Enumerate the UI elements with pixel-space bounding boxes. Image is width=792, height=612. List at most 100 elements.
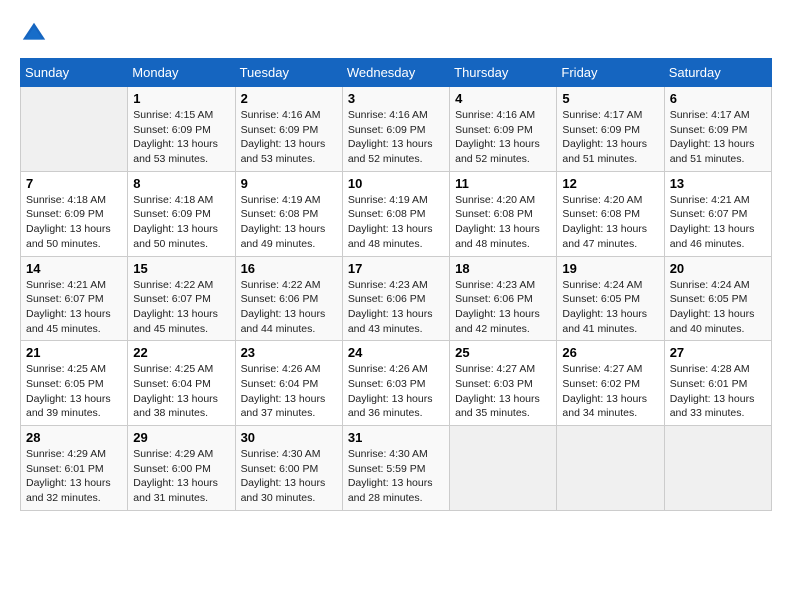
calendar-cell: 16 Sunrise: 4:22 AMSunset: 6:06 PMDayligh… — [235, 256, 342, 341]
cell-info: Sunrise: 4:21 AMSunset: 6:07 PMDaylight:… — [26, 278, 122, 337]
day-number: 15 — [133, 261, 229, 276]
weekday-header-tuesday: Tuesday — [235, 59, 342, 87]
cell-info: Sunrise: 4:24 AMSunset: 6:05 PMDaylight:… — [562, 278, 658, 337]
calendar-cell: 8Sunrise: 4:18 AMSunset: 6:09 PMDaylight… — [128, 171, 235, 256]
cell-info: Sunrise: 4:30 AMSunset: 6:00 PMDaylight:… — [241, 447, 337, 506]
calendar-cell — [21, 87, 128, 172]
day-number: 24 — [348, 345, 444, 360]
day-number: 13 — [670, 176, 766, 191]
calendar-cell: 5Sunrise: 4:17 AMSunset: 6:09 PMDaylight… — [557, 87, 664, 172]
day-number: 12 — [562, 176, 658, 191]
calendar-cell: 22 Sunrise: 4:25 AMSunset: 6:04 PMDayligh… — [128, 341, 235, 426]
cell-info: Sunrise: 4:20 AMSunset: 6:08 PMDaylight:… — [562, 193, 658, 252]
cell-info: Sunrise: 4:25 AMSunset: 6:04 PMDaylight:… — [133, 362, 229, 421]
day-number: 20 — [670, 261, 766, 276]
day-number: 19 — [562, 261, 658, 276]
day-number: 18 — [455, 261, 551, 276]
calendar-cell: 17Sunrise: 4:23 AMSunset: 6:06 PMDayligh… — [342, 256, 449, 341]
day-number: 21 — [26, 345, 122, 360]
calendar-week-row: 28 Sunrise: 4:29 AMSunset: 6:01 PMDayligh… — [21, 426, 772, 511]
cell-info: Sunrise: 4:20 AMSunset: 6:08 PMDaylight:… — [455, 193, 551, 252]
calendar-week-row: 7Sunrise: 4:18 AMSunset: 6:09 PMDaylight… — [21, 171, 772, 256]
cell-info: Sunrise: 4:30 AMSunset: 5:59 PMDaylight:… — [348, 447, 444, 506]
day-number: 16 — [241, 261, 337, 276]
logo — [20, 20, 52, 48]
cell-info: Sunrise: 4:25 AMSunset: 6:05 PMDaylight:… — [26, 362, 122, 421]
day-number: 23 — [241, 345, 337, 360]
calendar-cell — [450, 426, 557, 511]
cell-info: Sunrise: 4:16 AMSunset: 6:09 PMDaylight:… — [241, 108, 337, 167]
calendar-cell: 27 Sunrise: 4:28 AMSunset: 6:01 PMDayligh… — [664, 341, 771, 426]
cell-info: Sunrise: 4:16 AMSunset: 6:09 PMDaylight:… — [455, 108, 551, 167]
calendar-cell: 21 Sunrise: 4:25 AMSunset: 6:05 PMDayligh… — [21, 341, 128, 426]
cell-info: Sunrise: 4:21 AMSunset: 6:07 PMDaylight:… — [670, 193, 766, 252]
cell-info: Sunrise: 4:28 AMSunset: 6:01 PMDaylight:… — [670, 362, 766, 421]
cell-info: Sunrise: 4:23 AMSunset: 6:06 PMDaylight:… — [455, 278, 551, 337]
calendar-cell: 14 Sunrise: 4:21 AMSunset: 6:07 PMDayligh… — [21, 256, 128, 341]
calendar-cell: 29 Sunrise: 4:29 AMSunset: 6:00 PMDayligh… — [128, 426, 235, 511]
cell-info: Sunrise: 4:29 AMSunset: 6:00 PMDaylight:… — [133, 447, 229, 506]
calendar-cell: 26 Sunrise: 4:27 AMSunset: 6:02 PMDayligh… — [557, 341, 664, 426]
cell-info: Sunrise: 4:26 AMSunset: 6:04 PMDaylight:… — [241, 362, 337, 421]
calendar-cell: 19 Sunrise: 4:24 AMSunset: 6:05 PMDayligh… — [557, 256, 664, 341]
calendar-cell: 7Sunrise: 4:18 AMSunset: 6:09 PMDaylight… — [21, 171, 128, 256]
cell-info: Sunrise: 4:22 AMSunset: 6:07 PMDaylight:… — [133, 278, 229, 337]
cell-info: Sunrise: 4:26 AMSunset: 6:03 PMDaylight:… — [348, 362, 444, 421]
cell-info: Sunrise: 4:19 AMSunset: 6:08 PMDaylight:… — [348, 193, 444, 252]
weekday-header-thursday: Thursday — [450, 59, 557, 87]
day-number: 3 — [348, 91, 444, 106]
cell-info: Sunrise: 4:29 AMSunset: 6:01 PMDaylight:… — [26, 447, 122, 506]
calendar-cell: 3 Sunrise: 4:16 AMSunset: 6:09 PMDaylight… — [342, 87, 449, 172]
weekday-header-sunday: Sunday — [21, 59, 128, 87]
calendar-cell: 30Sunrise: 4:30 AMSunset: 6:00 PMDayligh… — [235, 426, 342, 511]
calendar-cell: 6Sunrise: 4:17 AMSunset: 6:09 PMDaylight… — [664, 87, 771, 172]
calendar-cell: 4 Sunrise: 4:16 AMSunset: 6:09 PMDaylight… — [450, 87, 557, 172]
calendar-cell: 10 Sunrise: 4:19 AMSunset: 6:08 PMDayligh… — [342, 171, 449, 256]
cell-info: Sunrise: 4:24 AMSunset: 6:05 PMDaylight:… — [670, 278, 766, 337]
calendar-cell: 23 Sunrise: 4:26 AMSunset: 6:04 PMDayligh… — [235, 341, 342, 426]
day-number: 5 — [562, 91, 658, 106]
cell-info: Sunrise: 4:16 AMSunset: 6:09 PMDaylight:… — [348, 108, 444, 167]
weekday-header-row: SundayMondayTuesdayWednesdayThursdayFrid… — [21, 59, 772, 87]
calendar-cell: 1Sunrise: 4:15 AMSunset: 6:09 PMDaylight… — [128, 87, 235, 172]
day-number: 10 — [348, 176, 444, 191]
cell-info: Sunrise: 4:15 AMSunset: 6:09 PMDaylight:… — [133, 108, 229, 167]
calendar-cell: 9 Sunrise: 4:19 AMSunset: 6:08 PMDaylight… — [235, 171, 342, 256]
cell-info: Sunrise: 4:19 AMSunset: 6:08 PMDaylight:… — [241, 193, 337, 252]
day-number: 29 — [133, 430, 229, 445]
cell-info: Sunrise: 4:27 AMSunset: 6:03 PMDaylight:… — [455, 362, 551, 421]
day-number: 27 — [670, 345, 766, 360]
calendar-cell: 24 Sunrise: 4:26 AMSunset: 6:03 PMDayligh… — [342, 341, 449, 426]
calendar-table: SundayMondayTuesdayWednesdayThursdayFrid… — [20, 58, 772, 511]
calendar-cell: 25 Sunrise: 4:27 AMSunset: 6:03 PMDayligh… — [450, 341, 557, 426]
page-header — [20, 20, 772, 48]
day-number: 4 — [455, 91, 551, 106]
weekday-header-wednesday: Wednesday — [342, 59, 449, 87]
day-number: 26 — [562, 345, 658, 360]
day-number: 2 — [241, 91, 337, 106]
calendar-cell: 11 Sunrise: 4:20 AMSunset: 6:08 PMDayligh… — [450, 171, 557, 256]
calendar-week-row: 21 Sunrise: 4:25 AMSunset: 6:05 PMDayligh… — [21, 341, 772, 426]
calendar-cell: 12 Sunrise: 4:20 AMSunset: 6:08 PMDayligh… — [557, 171, 664, 256]
calendar-cell — [557, 426, 664, 511]
day-number: 22 — [133, 345, 229, 360]
calendar-cell: 28 Sunrise: 4:29 AMSunset: 6:01 PMDayligh… — [21, 426, 128, 511]
cell-info: Sunrise: 4:17 AMSunset: 6:09 PMDaylight:… — [670, 108, 766, 167]
day-number: 14 — [26, 261, 122, 276]
logo-icon — [20, 20, 48, 48]
weekday-header-monday: Monday — [128, 59, 235, 87]
day-number: 9 — [241, 176, 337, 191]
calendar-cell: 31 Sunrise: 4:30 AMSunset: 5:59 PMDayligh… — [342, 426, 449, 511]
day-number: 17 — [348, 261, 444, 276]
calendar-cell: 13 Sunrise: 4:21 AMSunset: 6:07 PMDayligh… — [664, 171, 771, 256]
day-number: 28 — [26, 430, 122, 445]
day-number: 25 — [455, 345, 551, 360]
cell-info: Sunrise: 4:27 AMSunset: 6:02 PMDaylight:… — [562, 362, 658, 421]
day-number: 31 — [348, 430, 444, 445]
day-number: 11 — [455, 176, 551, 191]
calendar-week-row: 14 Sunrise: 4:21 AMSunset: 6:07 PMDayligh… — [21, 256, 772, 341]
cell-info: Sunrise: 4:22 AMSunset: 6:06 PMDaylight:… — [241, 278, 337, 337]
calendar-cell: 18 Sunrise: 4:23 AMSunset: 6:06 PMDayligh… — [450, 256, 557, 341]
calendar-cell — [664, 426, 771, 511]
cell-info: Sunrise: 4:18 AMSunset: 6:09 PMDaylight:… — [26, 193, 122, 252]
